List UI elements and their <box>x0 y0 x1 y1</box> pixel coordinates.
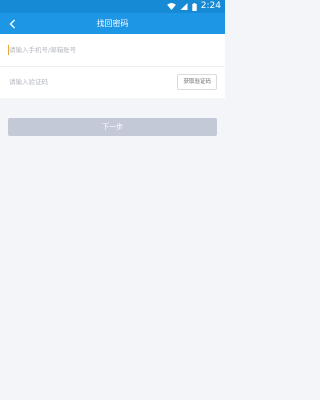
app-bar: 找回密码 <box>0 13 225 34</box>
code-input[interactable] <box>8 66 169 98</box>
reset-form: 获取验证码 <box>0 34 225 98</box>
signal-icon <box>180 3 188 10</box>
code-row: 获取验证码 <box>0 66 225 98</box>
get-code-button[interactable]: 获取验证码 <box>177 74 217 90</box>
wifi-icon <box>166 3 176 10</box>
status-icons: 2:24 <box>166 0 221 13</box>
text-cursor <box>8 45 9 55</box>
status-bar: 2:24 <box>0 0 225 13</box>
status-time: 2:24 <box>200 1 221 11</box>
account-input[interactable] <box>8 34 169 66</box>
next-button[interactable]: 下一步 <box>8 118 217 136</box>
account-row <box>0 34 225 67</box>
battery-icon <box>192 2 197 11</box>
page-title: 找回密码 <box>96 19 129 28</box>
